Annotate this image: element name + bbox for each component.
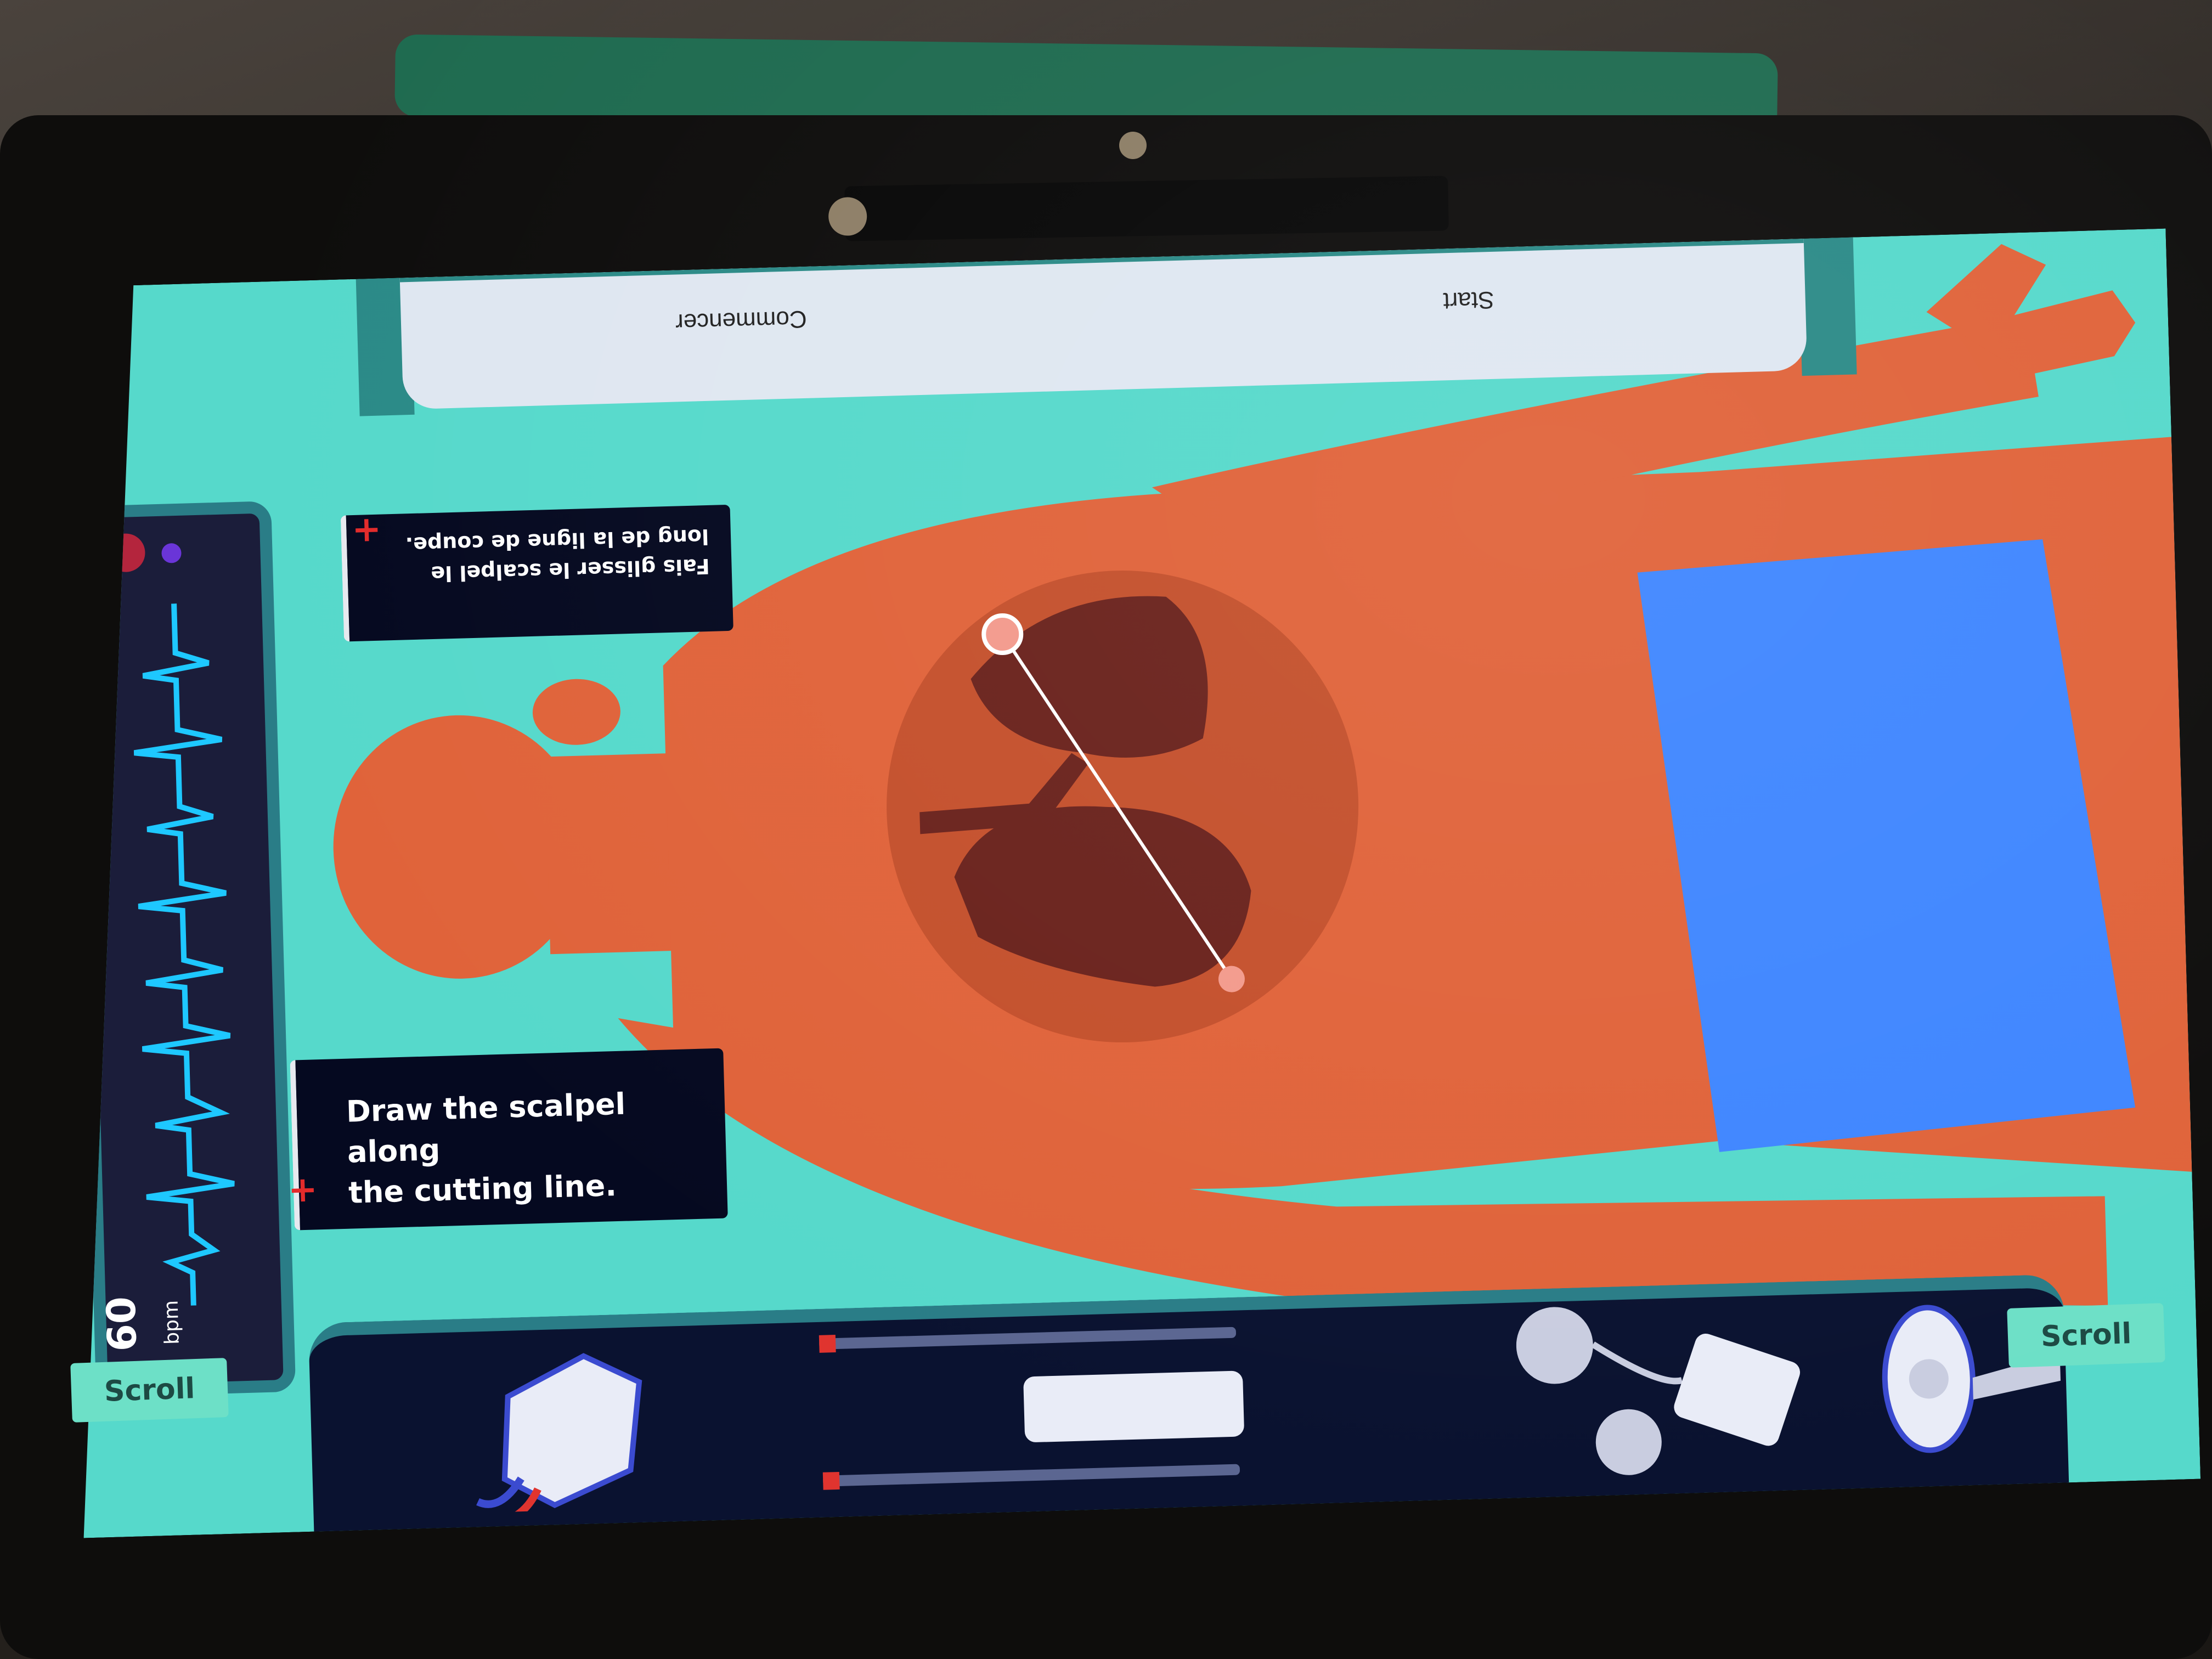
scroll-right-button[interactable]: Scroll <box>2007 1303 2166 1368</box>
camera-bar <box>828 176 1449 241</box>
commencer-label[interactable]: Commencer <box>675 305 807 336</box>
drawer-right-tab[interactable] <box>1798 237 1857 376</box>
instruction-card-en: Draw the scalpel along the cutting line.… <box>290 1048 727 1231</box>
instruction-text-en: Draw the scalpel along the cutting line. <box>346 1081 727 1214</box>
touch-screen[interactable]: Start Commencer 60 bpm + Fais glisser le… <box>49 229 2200 1538</box>
ecg-trace <box>108 602 259 1307</box>
status-light-icon <box>161 543 182 563</box>
heart-lung-machine-icon[interactable] <box>462 1343 664 1513</box>
bpm-value: 60 <box>98 1296 146 1352</box>
plus-icon[interactable]: + <box>351 509 382 550</box>
pacemaker-icon[interactable] <box>1515 1295 1805 1483</box>
patient-ear <box>532 678 621 746</box>
syringe-pump-icon[interactable] <box>813 1315 1268 1503</box>
start-label[interactable]: Start <box>1443 286 1494 315</box>
instruction-card-fr: + Fais glisser le scalpel le long de la … <box>341 505 733 642</box>
plus-icon[interactable]: + <box>287 1169 318 1210</box>
instruction-line-1: Draw the scalpel along <box>346 1086 626 1170</box>
sensor-dot <box>1119 132 1147 159</box>
camera-lens <box>828 196 867 236</box>
scroll-left-button[interactable]: Scroll <box>70 1358 229 1423</box>
instruction-text-fr: Fais glisser le scalpel le long de la li… <box>405 524 710 586</box>
bpm-unit: bpm <box>160 1300 184 1345</box>
cut-start-marker[interactable] <box>983 615 1022 653</box>
